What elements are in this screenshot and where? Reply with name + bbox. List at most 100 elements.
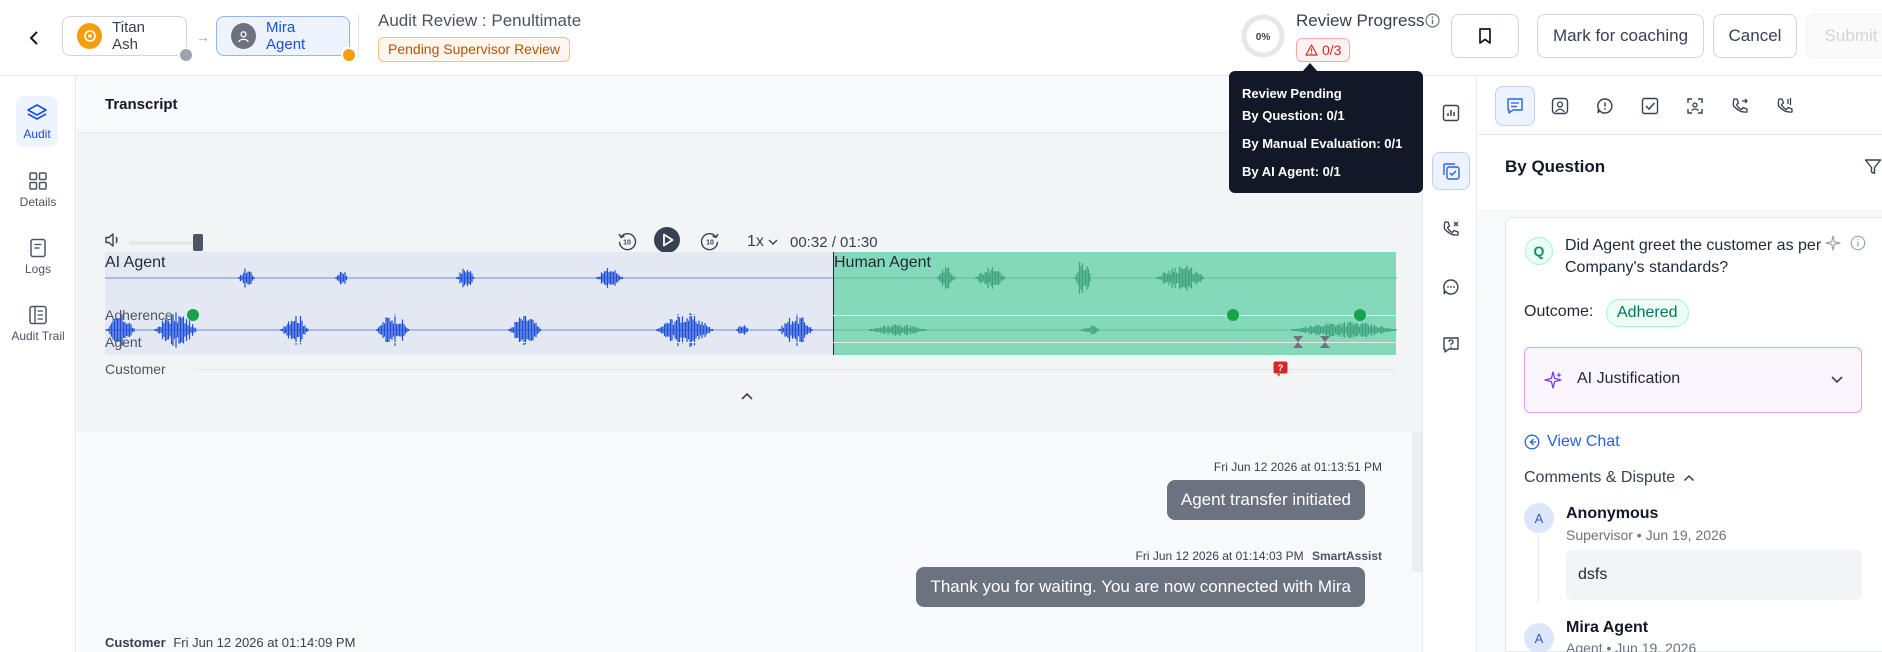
evaluation-tool[interactable] xyxy=(1432,152,1470,190)
chevron-left-icon xyxy=(29,31,38,45)
message-timestamp: Fri Jun 12 2026 at 01:14:03 PM xyxy=(1135,549,1304,563)
nav-item-audit[interactable]: Audit xyxy=(16,96,58,147)
track-line xyxy=(193,315,1396,316)
tab-call-forward[interactable] xyxy=(1720,86,1760,126)
header: Titan Ash → Mira Agent Audit Review : Pe… xyxy=(0,0,1882,76)
tooltip-by-manual: By Manual Evaluation: 0/1 xyxy=(1242,136,1403,151)
nav-label: Logs xyxy=(24,262,52,276)
ai-sparkle-icon xyxy=(1544,371,1562,389)
participant-chip-customer[interactable]: Titan Ash xyxy=(62,16,194,63)
question-chat-icon xyxy=(1443,337,1459,353)
right-panel-tabs xyxy=(1478,77,1882,135)
playback-speed-select[interactable]: 1x xyxy=(747,233,778,251)
filter-icon[interactable] xyxy=(1864,158,1882,176)
chevron-down-icon xyxy=(1831,376,1843,384)
comments-dispute-toggle[interactable]: Comments & Dispute xyxy=(1524,469,1695,487)
chevron-down-icon xyxy=(768,239,778,245)
tool-strip xyxy=(1422,77,1477,652)
bookmark-icon xyxy=(1479,28,1491,44)
message-timestamp-row: Fri Jun 12 2026 at 01:14:03 PM SmartAssi… xyxy=(1136,549,1382,563)
warning-count: 0/3 xyxy=(1322,42,1342,58)
analytics-tool[interactable] xyxy=(1432,94,1470,132)
help-tool[interactable] xyxy=(1432,326,1470,364)
message-header: Customer Fri Jun 12 2026 at 01:14:09 PM xyxy=(105,635,355,650)
chat-tool[interactable] xyxy=(1432,268,1470,306)
message-bubble: Agent transfer initiated xyxy=(1166,480,1365,520)
waveform-ai-agent[interactable]: AI Agent xyxy=(105,252,833,355)
tooltip-by-ai: By AI Agent: 0/1 xyxy=(1242,164,1341,179)
phone-audio-icon xyxy=(1777,98,1793,113)
customer-logo-icon xyxy=(83,30,96,42)
volume-slider-thumb[interactable] xyxy=(193,234,203,251)
volume-icon[interactable] xyxy=(104,232,122,248)
hourglass-icon[interactable] xyxy=(1292,335,1304,349)
transcript-title: Transcript xyxy=(105,96,178,113)
right-panel: By Question Q Did Agent greet the custom… xyxy=(1478,77,1882,652)
chat-scrollbar[interactable] xyxy=(1412,432,1422,572)
waveform-human-agent[interactable]: Human Agent xyxy=(833,252,1397,355)
nav-item-audit-trail[interactable]: Audit Trail xyxy=(10,298,66,349)
avatar: A xyxy=(1524,503,1554,533)
tab-call-audio[interactable] xyxy=(1765,86,1805,126)
participant-chip-agent[interactable]: Mira Agent xyxy=(216,16,357,63)
phone-forward-icon xyxy=(1732,98,1748,113)
forward-10-icon[interactable]: 10 xyxy=(699,230,721,252)
comment-meta: Supervisor • Jun 19, 2026 xyxy=(1566,527,1727,543)
document-icon xyxy=(30,238,46,258)
view-chat-link[interactable]: View Chat xyxy=(1524,433,1620,451)
nav-item-logs[interactable]: Logs xyxy=(10,231,66,282)
chat-bubble-icon xyxy=(1443,279,1459,295)
nav-item-details[interactable]: Details xyxy=(10,164,66,215)
question-flag-icon[interactable]: ? xyxy=(1273,361,1288,377)
speed-value: 1x xyxy=(747,233,764,250)
progress-percent: 0% xyxy=(1256,32,1271,43)
volume-slider[interactable] xyxy=(129,241,199,245)
rewind-10-icon[interactable]: 10 xyxy=(616,230,638,252)
back-button[interactable] xyxy=(20,24,48,52)
message-sender: Customer xyxy=(105,635,166,650)
human-waveform-graphic xyxy=(834,261,1397,339)
call-drop-tool[interactable] xyxy=(1432,210,1470,248)
hourglass-icon[interactable] xyxy=(1319,335,1331,349)
review-pending-tooltip: Review Pending By Question: 0/1 By Manua… xyxy=(1229,71,1423,193)
tab-ai-scan[interactable] xyxy=(1675,86,1715,126)
outcome-badge: Adhered xyxy=(1606,299,1689,327)
status-dot-icon xyxy=(341,47,357,63)
submit-button[interactable]: Submit xyxy=(1806,14,1882,58)
playback-time: 00:32 / 01:30 xyxy=(790,234,878,251)
user-icon xyxy=(238,30,249,42)
mark-for-coaching-button[interactable]: Mark for coaching xyxy=(1537,14,1704,58)
play-button[interactable] xyxy=(653,226,681,254)
status-badge: Pending Supervisor Review xyxy=(378,37,570,62)
tooltip-title: Review Pending xyxy=(1242,86,1342,101)
bar-chart-icon xyxy=(1442,104,1460,122)
nav-label: Details xyxy=(19,195,57,209)
review-warning-pill[interactable]: 0/3 xyxy=(1296,38,1351,62)
message-timestamp: Fri Jun 12 2026 at 01:14:09 PM xyxy=(173,635,356,650)
adherence-marker[interactable] xyxy=(1354,309,1366,321)
checklist-copy-icon xyxy=(1443,163,1460,180)
bookmark-button[interactable] xyxy=(1451,14,1519,58)
audio-player: 10 10 1x 00:32 / 01:30 AI Agent Human Ag… xyxy=(77,133,1463,432)
svg-text:?: ? xyxy=(1278,363,1284,373)
tab-alerts[interactable] xyxy=(1585,86,1625,126)
cancel-button[interactable]: Cancel xyxy=(1713,14,1797,58)
message-square-icon xyxy=(1507,98,1523,114)
view-chat-label: View Chat xyxy=(1547,433,1620,450)
track-line xyxy=(193,369,1396,370)
tab-questions[interactable] xyxy=(1495,86,1535,126)
comments-title: Comments & Dispute xyxy=(1524,469,1676,486)
section-title: By Question xyxy=(1505,157,1606,176)
chevron-up-icon[interactable] xyxy=(740,391,754,401)
info-icon[interactable] xyxy=(1850,235,1866,251)
sparkle-icon[interactable] xyxy=(1825,235,1841,251)
track-label-agent: Agent xyxy=(105,334,142,350)
adherence-marker[interactable] xyxy=(1227,309,1239,321)
info-icon[interactable] xyxy=(1425,13,1440,28)
ai-waveform-graphic xyxy=(105,268,833,348)
adherence-marker[interactable] xyxy=(187,309,199,321)
tab-checklist[interactable] xyxy=(1630,86,1670,126)
tab-profile[interactable] xyxy=(1540,86,1580,126)
status-dot-icon xyxy=(178,47,194,63)
ai-justification-accordion[interactable]: AI Justification xyxy=(1524,347,1862,413)
